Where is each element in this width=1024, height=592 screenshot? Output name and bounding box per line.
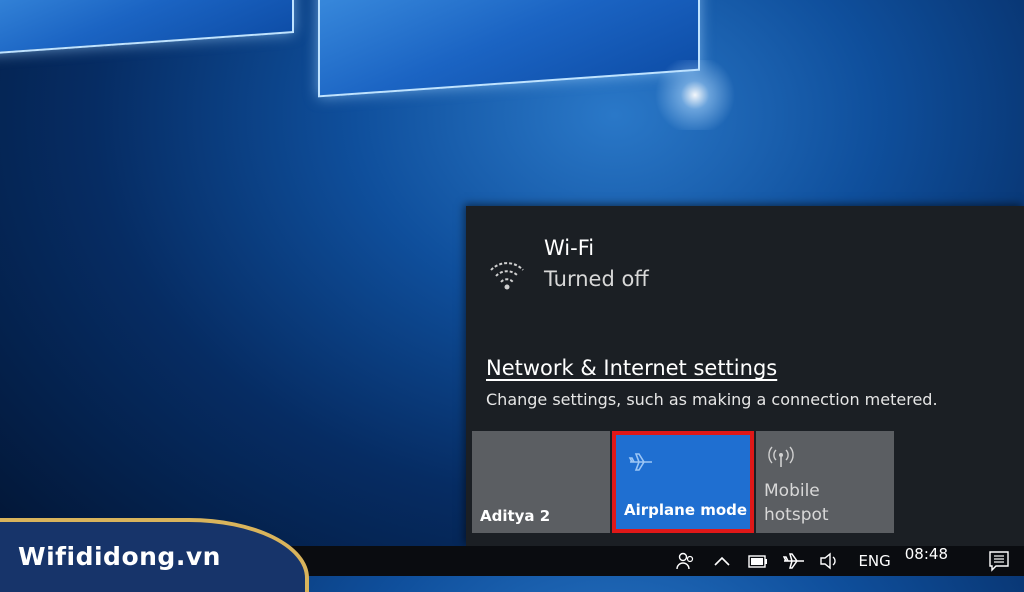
wallpaper-window-pane bbox=[0, 0, 294, 55]
wifi-status: Turned off bbox=[544, 267, 649, 291]
tile-mobile-hotspot[interactable]: Mobile hotspot bbox=[756, 431, 894, 533]
wallpaper-light-flare bbox=[650, 60, 740, 130]
airplane-icon[interactable] bbox=[783, 551, 805, 571]
tile-label: Aditya 2 bbox=[480, 507, 551, 525]
tile-label-line: Mobile bbox=[764, 481, 820, 501]
watermark-text: Wifididong.vn bbox=[18, 542, 221, 571]
network-flyout: Wi-Fi Turned off Network & Internet sett… bbox=[466, 206, 1024, 546]
wifi-name: Wi-Fi bbox=[544, 236, 595, 260]
chevron-up-icon[interactable] bbox=[711, 551, 733, 571]
volume-icon[interactable] bbox=[819, 551, 841, 571]
tile-aditya-2[interactable]: Aditya 2 bbox=[472, 431, 610, 533]
tile-airplane-mode[interactable]: Airplane mode bbox=[612, 431, 754, 533]
airplane-icon bbox=[628, 453, 652, 471]
action-center-icon[interactable] bbox=[988, 550, 1010, 572]
tile-label-line: hotspot bbox=[764, 505, 829, 525]
wifi-row[interactable]: Wi-Fi Turned off bbox=[488, 234, 649, 296]
network-settings-link[interactable]: Network & Internet settings bbox=[486, 356, 777, 380]
people-icon[interactable] bbox=[675, 551, 697, 571]
clock[interactable]: 08:48 bbox=[905, 545, 948, 563]
input-language[interactable]: ENG bbox=[858, 552, 890, 570]
tile-label: Airplane mode bbox=[624, 501, 748, 519]
tile-label: Mobile hotspot bbox=[764, 479, 829, 527]
network-settings-description: Change settings, such as making a connec… bbox=[486, 390, 938, 409]
quick-action-tiles: Aditya 2 Airplane mode Mobile hotspot bbox=[472, 431, 896, 533]
wallpaper-window-pane bbox=[318, 0, 700, 98]
system-tray: ENG 08:48 bbox=[668, 545, 1024, 576]
hotspot-icon bbox=[768, 446, 794, 467]
battery-icon[interactable] bbox=[747, 551, 769, 571]
wifi-off-icon bbox=[490, 262, 524, 290]
